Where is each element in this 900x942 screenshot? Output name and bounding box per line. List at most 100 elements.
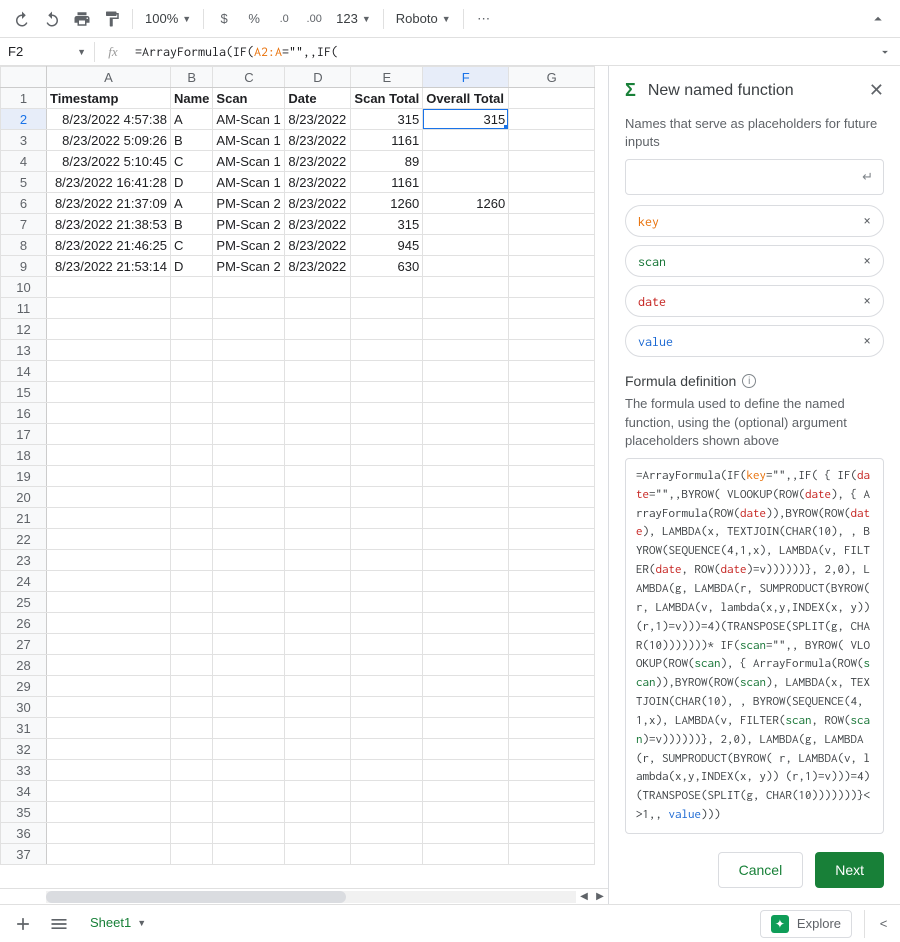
cell-F32[interactable] [423,739,509,760]
cell-E4[interactable]: 89 [351,151,423,172]
explore-button[interactable]: ✦Explore [760,910,852,938]
cell-A30[interactable] [47,697,171,718]
cell-C27[interactable] [213,634,285,655]
percent-button[interactable]: % [240,5,268,33]
cell-D29[interactable] [285,676,351,697]
remove-chip-button[interactable]: ✕ [863,293,871,310]
cell-F4[interactable] [423,151,509,172]
remove-chip-button[interactable]: ✕ [863,213,871,230]
row-header-7[interactable]: 7 [1,214,47,235]
cell-C35[interactable] [213,802,285,823]
cell-C3[interactable]: AM-Scan 1 [213,130,285,151]
argument-chip-value[interactable]: value✕ [625,325,884,357]
cell-G24[interactable] [509,571,595,592]
cell-C15[interactable] [213,382,285,403]
column-header-D[interactable]: D [285,67,351,88]
cell-F11[interactable] [423,298,509,319]
cell-D19[interactable] [285,466,351,487]
cell-G6[interactable] [509,193,595,214]
row-header-24[interactable]: 24 [1,571,47,592]
cell-B20[interactable] [171,487,213,508]
cell-B21[interactable] [171,508,213,529]
cell-B22[interactable] [171,529,213,550]
cell-F23[interactable] [423,550,509,571]
cell-E13[interactable] [351,340,423,361]
cell-F33[interactable] [423,760,509,781]
cell-G28[interactable] [509,655,595,676]
cell-B3[interactable]: B [171,130,213,151]
argument-input[interactable]: ↵ [625,159,884,195]
cell-B17[interactable] [171,424,213,445]
cell-A21[interactable] [47,508,171,529]
cell-B2[interactable]: A [171,109,213,130]
formula-definition-input[interactable]: =ArrayFormula(IF(key="",,IF( { IF(date="… [625,458,884,834]
row-header-20[interactable]: 20 [1,487,47,508]
row-header-37[interactable]: 37 [1,844,47,865]
cell-A33[interactable] [47,760,171,781]
cell-E7[interactable]: 315 [351,214,423,235]
cell-G27[interactable] [509,634,595,655]
cell-C4[interactable]: AM-Scan 1 [213,151,285,172]
name-box[interactable]: F2▼ [0,38,94,65]
cell-A15[interactable] [47,382,171,403]
remove-chip-button[interactable]: ✕ [863,333,871,350]
row-header-15[interactable]: 15 [1,382,47,403]
cell-A7[interactable]: 8/23/2022 21:38:53 [47,214,171,235]
cell-D32[interactable] [285,739,351,760]
cell-G10[interactable] [509,277,595,298]
cell-A28[interactable] [47,655,171,676]
cell-A22[interactable] [47,529,171,550]
cell-C19[interactable] [213,466,285,487]
select-all-corner[interactable] [1,67,47,88]
cell-A13[interactable] [47,340,171,361]
cell-C2[interactable]: AM-Scan 1 [213,109,285,130]
cell-F25[interactable] [423,592,509,613]
row-header-33[interactable]: 33 [1,760,47,781]
row-header-13[interactable]: 13 [1,340,47,361]
info-icon[interactable]: i [742,374,756,388]
cell-B29[interactable] [171,676,213,697]
cell-D10[interactable] [285,277,351,298]
scrollbar-track[interactable] [46,891,576,903]
cell-A35[interactable] [47,802,171,823]
cell-C6[interactable]: PM-Scan 2 [213,193,285,214]
column-header-F[interactable]: F [423,67,509,88]
argument-chip-scan[interactable]: scan✕ [625,245,884,277]
column-header-B[interactable]: B [171,67,213,88]
cell-C13[interactable] [213,340,285,361]
cell-F8[interactable] [423,235,509,256]
cell-E6[interactable]: 1260 [351,193,423,214]
cell-F30[interactable] [423,697,509,718]
cell-G16[interactable] [509,403,595,424]
cell-G35[interactable] [509,802,595,823]
cell-A24[interactable] [47,571,171,592]
cell-F10[interactable] [423,277,509,298]
cell-B36[interactable] [171,823,213,844]
cell-C25[interactable] [213,592,285,613]
cell-D34[interactable] [285,781,351,802]
increase-decimal-button[interactable]: .00 [300,5,328,33]
cell-D17[interactable] [285,424,351,445]
cell-E2[interactable]: 315 [351,109,423,130]
cell-C12[interactable] [213,319,285,340]
cell-D9[interactable]: 8/23/2022 [285,256,351,277]
row-header-5[interactable]: 5 [1,172,47,193]
cell-B37[interactable] [171,844,213,865]
cell-G33[interactable] [509,760,595,781]
print-button[interactable] [68,5,96,33]
cell-G32[interactable] [509,739,595,760]
cell-D21[interactable] [285,508,351,529]
cell-B11[interactable] [171,298,213,319]
cell-G9[interactable] [509,256,595,277]
cell-B26[interactable] [171,613,213,634]
row-header-29[interactable]: 29 [1,676,47,697]
cell-D30[interactable] [285,697,351,718]
row-header-16[interactable]: 16 [1,403,47,424]
cell-E29[interactable] [351,676,423,697]
argument-chip-date[interactable]: date✕ [625,285,884,317]
cell-B23[interactable] [171,550,213,571]
cell-D33[interactable] [285,760,351,781]
cell-C36[interactable] [213,823,285,844]
cell-C16[interactable] [213,403,285,424]
cell-D27[interactable] [285,634,351,655]
